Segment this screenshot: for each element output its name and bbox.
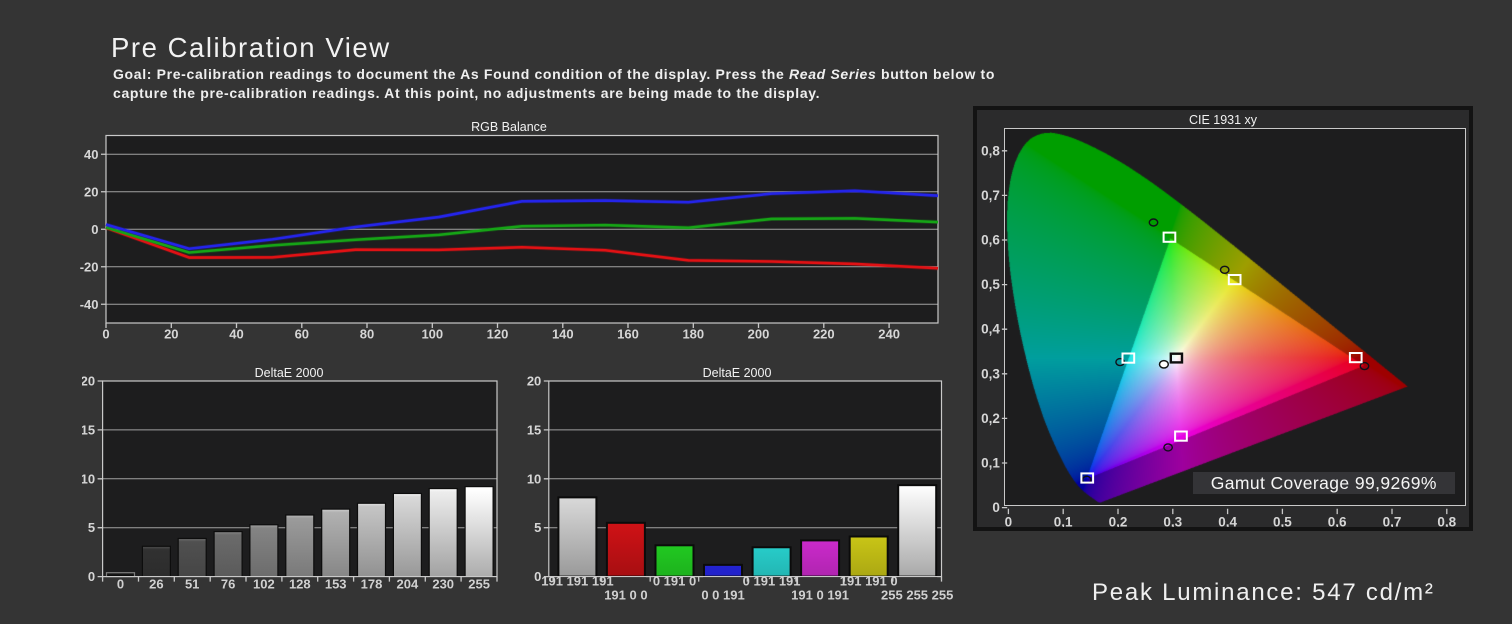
svg-text:0,6: 0,6 — [981, 233, 1000, 248]
svg-text:191 191 0: 191 191 0 — [840, 574, 898, 589]
svg-text:0,2: 0,2 — [1109, 515, 1128, 528]
svg-text:51: 51 — [185, 577, 199, 592]
svg-text:0,4: 0,4 — [981, 322, 1000, 337]
svg-text:76: 76 — [221, 577, 235, 592]
svg-text:180: 180 — [682, 327, 704, 342]
svg-text:0,8: 0,8 — [1437, 515, 1456, 528]
svg-text:0,8: 0,8 — [981, 143, 1000, 158]
svg-text:5: 5 — [88, 520, 95, 535]
svg-text:140: 140 — [552, 327, 574, 342]
svg-text:120: 120 — [487, 327, 509, 342]
svg-text:0 0 191: 0 0 191 — [701, 588, 744, 603]
svg-text:10: 10 — [82, 471, 95, 486]
svg-text:20: 20 — [82, 374, 95, 389]
svg-text:0,1: 0,1 — [1054, 515, 1073, 528]
svg-text:0: 0 — [88, 569, 95, 584]
svg-text:220: 220 — [813, 327, 835, 342]
svg-text:0: 0 — [992, 500, 1000, 515]
svg-text:15: 15 — [527, 422, 541, 437]
svg-text:-20: -20 — [80, 259, 99, 274]
svg-text:0: 0 — [91, 222, 98, 237]
svg-text:40: 40 — [84, 147, 98, 162]
svg-text:0: 0 — [102, 327, 109, 342]
svg-text:102: 102 — [253, 577, 275, 592]
svg-text:5: 5 — [534, 520, 541, 535]
svg-text:40: 40 — [229, 327, 243, 342]
svg-text:0: 0 — [534, 569, 541, 584]
svg-text:0 191 0: 0 191 0 — [653, 574, 696, 589]
svg-text:RGB Balance: RGB Balance — [471, 120, 547, 134]
svg-text:DeltaE 2000: DeltaE 2000 — [703, 366, 772, 380]
svg-text:255: 255 — [468, 577, 490, 592]
svg-text:100: 100 — [421, 327, 443, 342]
svg-text:0,3: 0,3 — [1163, 515, 1182, 528]
svg-text:178: 178 — [361, 577, 383, 592]
svg-text:20: 20 — [164, 327, 178, 342]
svg-text:0,5: 0,5 — [981, 277, 1000, 292]
svg-text:191 0 191: 191 0 191 — [791, 588, 849, 603]
svg-text:0,3: 0,3 — [981, 366, 1000, 381]
svg-text:0,6: 0,6 — [1328, 515, 1347, 528]
svg-text:160: 160 — [617, 327, 639, 342]
svg-text:26: 26 — [149, 577, 163, 592]
svg-text:DeltaE 2000: DeltaE 2000 — [255, 366, 324, 380]
svg-text:15: 15 — [82, 422, 95, 437]
svg-text:255 255 255: 255 255 255 — [881, 588, 953, 603]
svg-text:0: 0 — [1005, 515, 1013, 528]
svg-text:0,5: 0,5 — [1273, 515, 1292, 528]
svg-text:0,7: 0,7 — [981, 188, 1000, 203]
svg-text:230: 230 — [432, 577, 454, 592]
svg-text:200: 200 — [748, 327, 770, 342]
svg-text:0: 0 — [117, 577, 124, 592]
svg-text:0,2: 0,2 — [981, 411, 1000, 426]
svg-text:0 191 191: 0 191 191 — [743, 574, 801, 589]
svg-text:128: 128 — [289, 577, 311, 592]
svg-text:240: 240 — [878, 327, 900, 342]
svg-text:20: 20 — [84, 184, 98, 199]
svg-text:191 191 191: 191 191 191 — [541, 574, 613, 589]
svg-text:80: 80 — [360, 327, 374, 342]
svg-text:0,7: 0,7 — [1383, 515, 1402, 528]
svg-text:0,4: 0,4 — [1218, 515, 1237, 528]
svg-text:191 0 0: 191 0 0 — [604, 588, 647, 603]
svg-text:-40: -40 — [80, 297, 99, 312]
svg-text:204: 204 — [397, 577, 419, 592]
svg-text:60: 60 — [295, 327, 309, 342]
svg-text:0,1: 0,1 — [981, 456, 1000, 471]
svg-text:20: 20 — [527, 374, 541, 389]
svg-text:10: 10 — [527, 471, 541, 486]
svg-text:153: 153 — [325, 577, 347, 592]
